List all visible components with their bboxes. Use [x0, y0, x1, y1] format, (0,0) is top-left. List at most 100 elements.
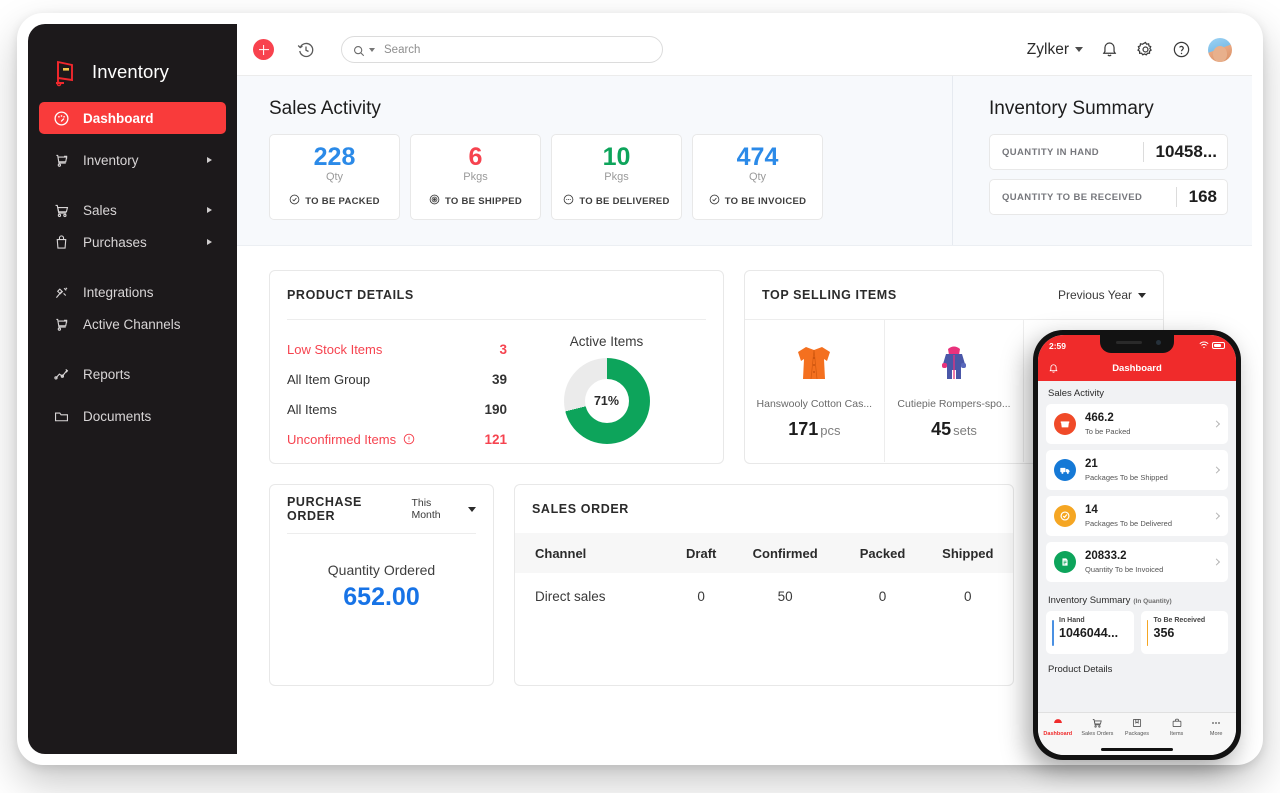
sidebar-item-purchases[interactable]: Purchases	[39, 226, 226, 258]
product-row-all-items[interactable]: All Items 190	[287, 394, 507, 424]
sidebar-item-reports[interactable]: Reports	[39, 358, 226, 390]
cell-draft: 0	[697, 589, 705, 604]
mobile-activity-to-be-invoiced[interactable]: 20833.2 Quantity To be Invoiced	[1046, 542, 1228, 582]
top-selling-item[interactable]: Cutiepie Rompers-spo... 45 sets	[884, 319, 1025, 462]
mobile-tab-more[interactable]: More	[1196, 717, 1236, 737]
sidebar-item-inventory[interactable]: Inventory	[39, 144, 226, 176]
dots-circle-icon	[563, 194, 574, 208]
sidebar-item-active-channels[interactable]: Active Channels	[39, 308, 226, 340]
activity-text: 21 Packages To be Shipped	[1085, 458, 1168, 481]
product-row-label: All Item Group	[287, 371, 371, 387]
top-selling-item[interactable]: Hanswooly Cotton Cas... 171 pcs	[745, 319, 885, 462]
sales-order-table: Channel Draft Confirmed Packed Shipped D…	[515, 533, 1013, 620]
help-circle-icon[interactable]	[1172, 40, 1191, 59]
stat-label-row: TO BE INVOICED	[709, 194, 807, 208]
search-input[interactable]	[384, 43, 651, 56]
tab-label: Sales Orders	[1081, 731, 1114, 737]
cart-icon	[52, 201, 71, 220]
dashboard-icon	[52, 109, 71, 128]
warning-circle-icon	[403, 433, 415, 445]
mobile-tab-sales-orders[interactable]: Sales Orders	[1078, 717, 1118, 737]
stat-card-to-be-shipped[interactable]: 6 Pkgs TO BE SHIPPED	[410, 134, 541, 220]
section-label: Sales Activity	[1048, 388, 1104, 399]
chevron-right-icon	[1212, 466, 1221, 474]
cell-confirmed: 50	[777, 589, 793, 604]
mobile-inventory-in-hand[interactable]: In Hand 1046044...	[1046, 611, 1134, 654]
activity-text: 20833.2 Quantity To be Invoiced	[1085, 550, 1163, 573]
status-indicators	[1199, 341, 1225, 351]
qty-value: 45	[931, 419, 952, 439]
add-new-button[interactable]	[253, 39, 274, 60]
sidebar-item-dashboard[interactable]: Dashboard	[39, 102, 226, 134]
product-row-label: All Items	[287, 401, 337, 417]
truck-icon	[1054, 459, 1076, 481]
mobile-tab-packages[interactable]: Packages	[1117, 717, 1157, 737]
table-row[interactable]: Direct sales 0 50 0 0	[515, 573, 1013, 620]
activity-value: 20833.2	[1085, 550, 1127, 563]
inventory-row-label: QUANTITY IN HAND	[1002, 146, 1100, 158]
period-dropdown[interactable]: Previous Year	[1058, 288, 1146, 302]
mobile-activity-to-be-delivered[interactable]: 14 Packages To be Delivered	[1046, 496, 1228, 536]
product-row-low-stock-items[interactable]: Low Stock Items 3	[287, 334, 507, 364]
mobile-activity-to-be-shipped[interactable]: 21 Packages To be Shipped	[1046, 450, 1228, 490]
purchase-order-body: Quantity Ordered 652.00	[270, 534, 493, 612]
mobile-tab-items[interactable]: Items	[1157, 717, 1197, 737]
bell-icon[interactable]	[1100, 40, 1119, 59]
stat-card-list: 228 Qty TO BE PACKED 6 Pkgs TO BE SHIPPE…	[269, 134, 952, 220]
check-circle-icon	[1054, 505, 1076, 527]
gear-icon[interactable]	[1136, 40, 1155, 59]
purchase-order-label: Quantity Ordered	[327, 562, 436, 578]
clock-history-icon[interactable]	[296, 40, 316, 60]
divider	[1175, 187, 1177, 207]
product-image-orange-cardigan	[788, 332, 840, 394]
inventory-value: 356	[1153, 626, 1175, 640]
activity-label: Packages To be Shipped	[1085, 472, 1168, 482]
mobile-section-sales-activity: Sales Activity	[1046, 381, 1228, 404]
mobile-inventory-to-be-received[interactable]: To Be Received 356	[1140, 611, 1228, 654]
qty-unit: sets	[953, 423, 977, 438]
stat-card-to-be-packed[interactable]: 228 Qty TO BE PACKED	[269, 134, 400, 220]
stat-unit: Pkgs	[463, 171, 488, 184]
activity-label: Packages To be Delivered	[1085, 518, 1172, 528]
mobile-activity-to-be-packed[interactable]: 466.2 To be Packed	[1046, 404, 1228, 444]
stat-card-to-be-invoiced[interactable]: 474 Qty TO BE INVOICED	[692, 134, 823, 220]
active-items-chart: Active Items 71%	[507, 334, 706, 454]
check-circle-icon	[289, 194, 300, 208]
stat-card-to-be-delivered[interactable]: 10 Pkgs TO BE DELIVERED	[551, 134, 682, 220]
search-bar[interactable]	[341, 36, 663, 63]
avatar[interactable]	[1208, 37, 1232, 62]
org-switcher[interactable]: Zylker	[1027, 41, 1083, 59]
wifi-icon	[1199, 341, 1209, 351]
sidebar-item-sales[interactable]: Sales	[39, 194, 226, 226]
product-row-unconfirmed-items[interactable]: Unconfirmed Items 121	[287, 424, 507, 454]
column-header-draft: Draft	[686, 545, 717, 561]
card-title: SALES ORDER	[532, 502, 629, 516]
sidebar: Inventory Dashboard Inventory Sales Purc…	[28, 24, 237, 754]
sidebar-item-label: Documents	[83, 408, 152, 424]
stat-label: TO BE DELIVERED	[579, 195, 670, 207]
product-row-value: 121	[484, 431, 507, 447]
sidebar-item-label: Sales	[83, 202, 117, 218]
card-title: PRODUCT DETAILS	[287, 288, 414, 302]
activity-value: 466.2	[1085, 412, 1114, 425]
check-circle-icon	[709, 194, 720, 208]
stat-label: TO BE SHIPPED	[444, 195, 523, 207]
activity-value: 21	[1085, 458, 1098, 471]
folder-icon	[52, 407, 71, 426]
chevron-down-icon[interactable]	[369, 48, 375, 52]
period-label: This Month	[411, 497, 441, 521]
sidebar-item-documents[interactable]: Documents	[39, 400, 226, 432]
period-dropdown[interactable]: This Month	[411, 497, 476, 521]
qty-unit: pcs	[820, 423, 841, 438]
bell-icon[interactable]	[1048, 363, 1059, 374]
sidebar-item-integrations[interactable]: Integrations	[39, 276, 226, 308]
inventory-summary-title: Inventory Summary	[989, 98, 1154, 119]
product-row-label: Unconfirmed Items	[287, 431, 397, 447]
mobile-tab-dashboard[interactable]: Dashboard	[1038, 717, 1078, 737]
inventory-icon	[52, 151, 71, 170]
product-row-all-item-group[interactable]: All Item Group 39	[287, 364, 507, 394]
inventory-summary-section: Inventory Summary QUANTITY IN HAND 10458…	[952, 76, 1252, 245]
